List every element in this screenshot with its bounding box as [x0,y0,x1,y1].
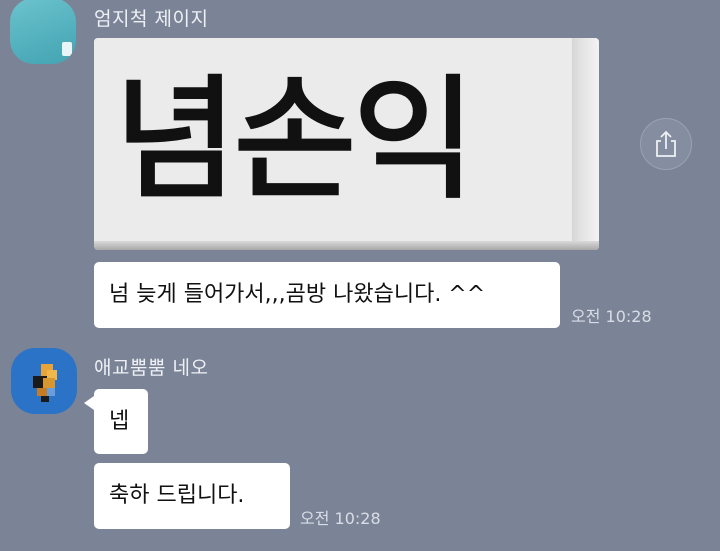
bubble-tail [84,396,94,410]
message-bubble[interactable]: 넘 늦게 들어가서,,,곰방 나왔습니다. ^^ [94,262,560,328]
chat-area: 엄지척 제이지 념손익 넘 늦게 들어가서,,,곰방 나왔습니다. ^^ 오전 … [0,0,720,551]
message-time: 오전 10:28 [300,509,381,528]
sender-avatar[interactable] [11,348,77,414]
image-message[interactable]: 념손익 [94,38,599,250]
image-text: 념손익 [113,61,478,220]
avatar-pixel [37,388,47,396]
message-text: 축하 드립니다. [109,483,245,508]
message-bubble[interactable]: 넵 [94,389,148,454]
avatar-pixel [41,396,49,402]
avatar-decoration [62,42,72,56]
share-icon [656,130,676,157]
avatar-pixel [43,378,55,388]
share-button[interactable] [640,118,692,170]
message-time: 오전 10:28 [571,307,652,326]
image-edge [572,38,599,250]
message-text: 넵 [109,408,130,434]
image-edge-bottom [94,241,599,250]
sender-avatar[interactable] [10,0,76,64]
message-bubble[interactable]: 축하 드립니다. [94,463,290,529]
avatar-pixel [47,388,55,396]
sender-name: 애교뿜뿜 네오 [94,357,209,379]
message-text: 넘 늦게 들어가서,,,곰방 나왔습니다. ^^ [109,282,486,307]
sender-name: 엄지척 제이지 [94,8,209,30]
